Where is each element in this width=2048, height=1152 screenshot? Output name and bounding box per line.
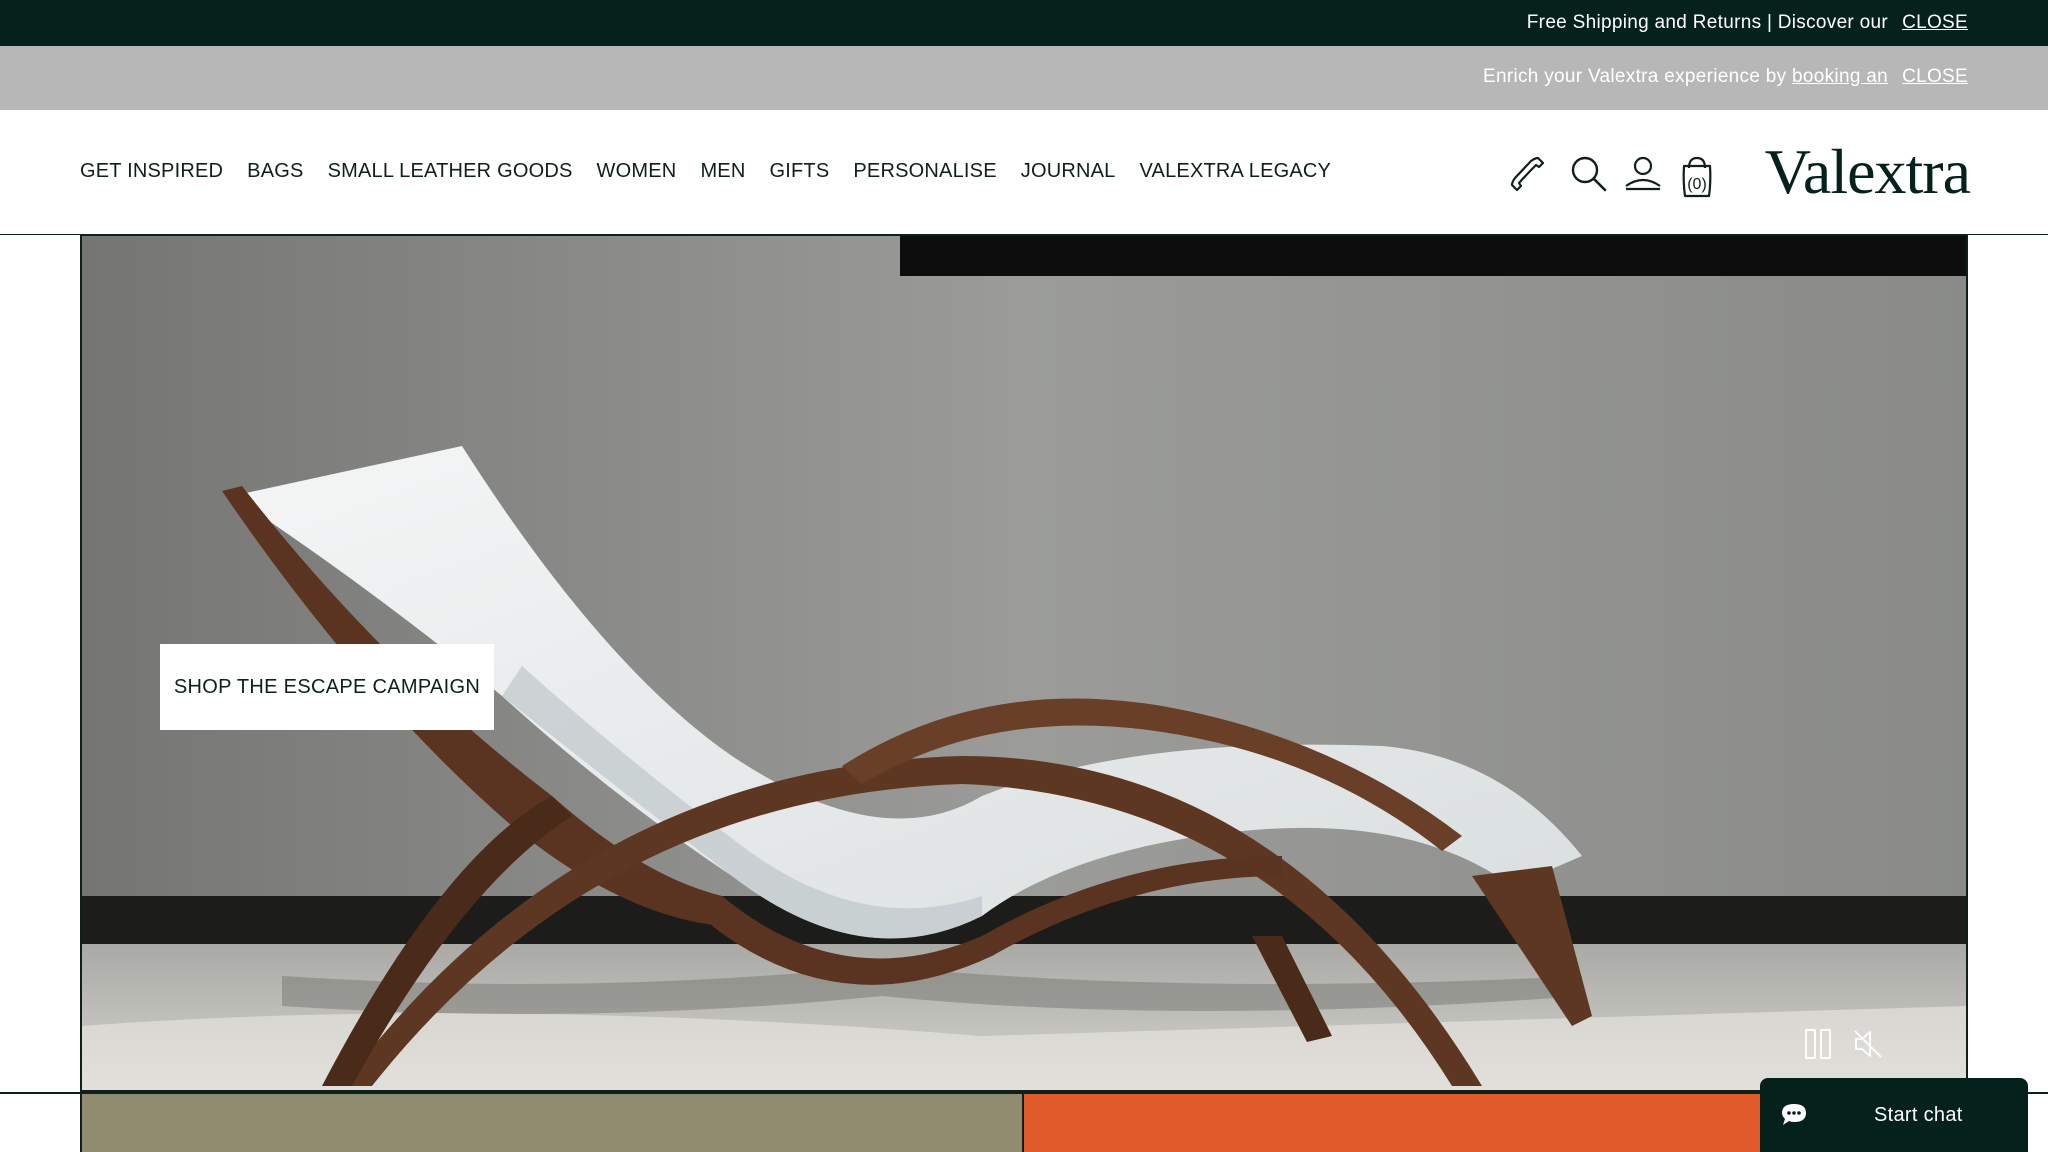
- account-icon[interactable]: [1621, 152, 1665, 196]
- announcement-bar: Free Shipping and Returns | Discover our…: [0, 0, 2048, 46]
- main-nav: GET INSPIRED BAGS SMALL LEATHER GOODS WO…: [80, 160, 1355, 183]
- nav-item-women[interactable]: WOMEN: [597, 160, 677, 183]
- nav-item-bags[interactable]: BAGS: [247, 160, 303, 183]
- nav-item-personalise[interactable]: PERSONALISE: [853, 160, 996, 183]
- nav-item-valextra-legacy[interactable]: VALEXTRA LEGACY: [1140, 160, 1332, 183]
- search-icon[interactable]: [1567, 152, 1611, 196]
- promo-tile-left[interactable]: [80, 1094, 1024, 1152]
- nav-item-get-inspired[interactable]: GET INSPIRED: [80, 160, 223, 183]
- booking-text: Enrich your Valextra experience by: [1483, 66, 1793, 87]
- booking-bar: Enrich your Valextra experience by booki…: [0, 46, 2048, 110]
- bag-count: (0): [1687, 176, 1707, 193]
- phone-icon[interactable]: [1505, 152, 1549, 196]
- start-chat-button[interactable]: Start chat: [1760, 1078, 2028, 1152]
- mute-icon[interactable]: [1852, 1026, 1884, 1062]
- start-chat-label: Start chat: [1874, 1104, 1963, 1126]
- site-header: GET INSPIRED BAGS SMALL LEATHER GOODS WO…: [0, 110, 2048, 235]
- valextra-logo[interactable]: Valextra: [1765, 140, 1971, 204]
- announcement-close-button[interactable]: CLOSE: [1902, 12, 1968, 34]
- nav-item-small-leather-goods[interactable]: SMALL LEATHER GOODS: [328, 160, 573, 183]
- booking-link[interactable]: booking an: [1792, 66, 1888, 87]
- nav-item-men[interactable]: MEN: [700, 160, 745, 183]
- booking-close-button[interactable]: CLOSE: [1902, 66, 1968, 88]
- pause-icon[interactable]: [1802, 1026, 1834, 1062]
- shop-escape-campaign-button[interactable]: SHOP THE ESCAPE CAMPAIGN: [160, 644, 494, 730]
- chat-bubble-icon: [1780, 1102, 1808, 1128]
- shopping-bag-icon[interactable]: (0): [1675, 152, 1719, 198]
- booking-text-wrap: Enrich your Valextra experience by booki…: [1468, 66, 1888, 88]
- nav-item-journal[interactable]: JOURNAL: [1021, 160, 1116, 183]
- hero-video: SHOP THE ESCAPE CAMPAIGN: [80, 234, 1968, 1092]
- nav-item-gifts[interactable]: GIFTS: [769, 160, 829, 183]
- announcement-text: Free Shipping and Returns | Discover our: [1526, 12, 1888, 33]
